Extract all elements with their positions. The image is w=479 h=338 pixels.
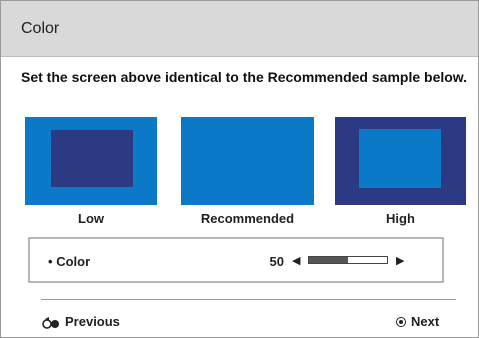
- sample-high-inner: [359, 129, 441, 188]
- next-button[interactable]: Next: [396, 314, 439, 329]
- dialog-title: Color: [21, 20, 60, 37]
- sample-recommended-image: [181, 117, 314, 205]
- next-label: Next: [411, 314, 440, 329]
- dialog-frame: Color Set the screen above identical to …: [0, 0, 479, 338]
- color-slider[interactable]: [308, 256, 388, 264]
- sample-low-inner: [51, 130, 133, 187]
- color-control-label: • Color: [48, 254, 90, 269]
- sample-high-label: High: [386, 211, 415, 226]
- sample-low-image: [25, 117, 157, 205]
- sample-high-image: [335, 117, 466, 205]
- sample-recommended-label: Recommended: [200, 211, 295, 226]
- color-control-row[interactable]: • Color 50 ◀ ▶: [28, 237, 444, 283]
- bullet: •: [48, 254, 53, 269]
- back-arrow-icon: [42, 316, 59, 329]
- color-control-name: Color: [56, 254, 91, 269]
- increase-arrow-icon[interactable]: ▶: [396, 252, 404, 270]
- instruction-text: Set the screen above identical to the Re…: [21, 69, 468, 85]
- dialog-header: Color: [1, 1, 478, 57]
- previous-label: Previous: [65, 314, 120, 329]
- decrease-arrow-icon[interactable]: ◀: [292, 252, 300, 270]
- color-value: 50: [269, 254, 284, 269]
- footer-divider: [41, 299, 456, 300]
- sample-low-label: Low: [78, 211, 104, 226]
- color-slider-fill: [309, 257, 348, 263]
- ok-button-icon: [396, 317, 406, 327]
- previous-button[interactable]: Previous: [41, 314, 120, 329]
